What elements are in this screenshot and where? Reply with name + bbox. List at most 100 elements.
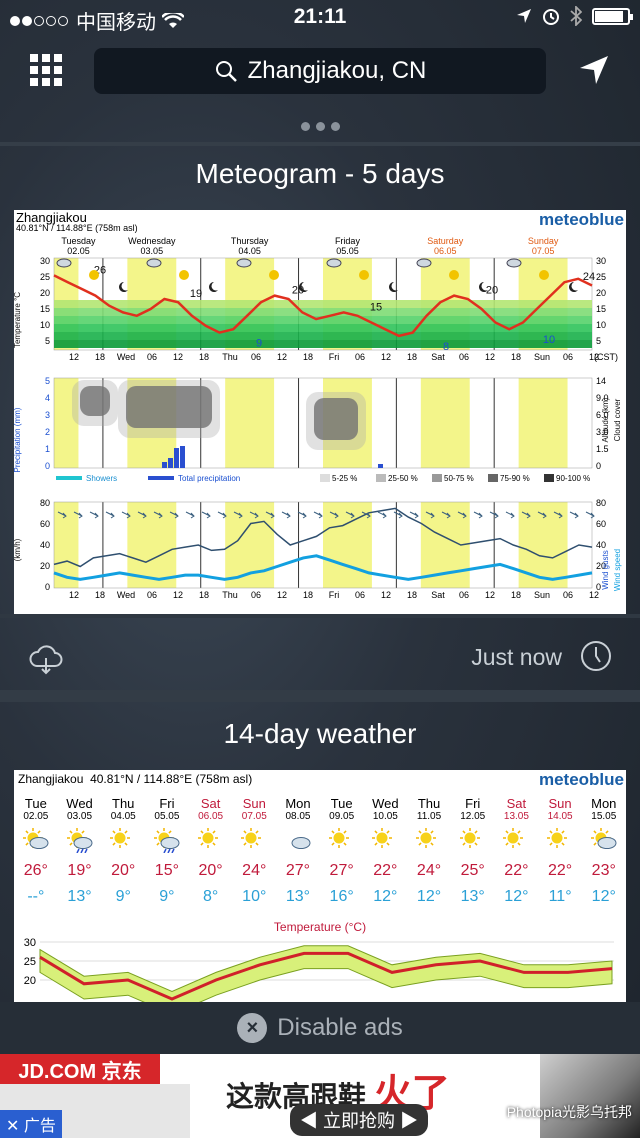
sun-icon bbox=[416, 828, 437, 848]
x-tick: 06 bbox=[563, 590, 573, 600]
temp-label: 24 bbox=[583, 271, 595, 283]
x-tick: 06 bbox=[355, 352, 365, 362]
x-tick: 12 bbox=[69, 352, 79, 362]
cloud-legend-label: 90-100 % bbox=[556, 474, 590, 483]
day-column[interactable]: Tue 09.05 27° 16° bbox=[320, 796, 364, 906]
cloud-icon bbox=[236, 258, 252, 268]
high-temp: 20° bbox=[198, 862, 223, 879]
wind-arrow bbox=[217, 511, 227, 519]
day-column[interactable]: Sat 13.05 22° 12° bbox=[495, 796, 539, 906]
day-column[interactable]: Fri 12.05 25° 13° bbox=[451, 796, 495, 906]
day-date: 12.05 bbox=[460, 811, 486, 822]
x-tick: 18 bbox=[511, 352, 521, 362]
alarm-icon bbox=[543, 9, 559, 25]
divider bbox=[0, 142, 640, 146]
temp-tick: 10 bbox=[596, 320, 606, 330]
day-date: 15.05 bbox=[591, 811, 617, 822]
high-temp: 25° bbox=[460, 862, 485, 879]
sun-icon bbox=[539, 270, 549, 280]
axis-label: Wind speed bbox=[613, 549, 622, 591]
wind-tick: 80 bbox=[40, 498, 50, 508]
day-name: Fri bbox=[465, 796, 481, 811]
x-tick: 06 bbox=[147, 352, 157, 362]
fourteen-day-card[interactable]: Zhangjiakou 40.81°N / 114.88°E (758m asl… bbox=[14, 770, 626, 1002]
clock-icon[interactable] bbox=[580, 640, 612, 672]
menu-grid-icon[interactable] bbox=[30, 54, 62, 86]
high-temp: 20° bbox=[111, 862, 136, 879]
weather-icon-slot bbox=[407, 822, 451, 858]
moon-icon bbox=[209, 282, 218, 292]
day-column[interactable]: Sat 06.05 20° 8° bbox=[189, 796, 233, 906]
temp-tick: 25 bbox=[40, 272, 50, 282]
day-date: 03.05 bbox=[67, 811, 93, 822]
day-date: 14.05 bbox=[547, 811, 573, 822]
day-name: Tue bbox=[24, 796, 47, 811]
close-icon[interactable]: ✕ bbox=[6, 1118, 24, 1135]
day-column[interactable]: Thu 04.05 20° 9° bbox=[101, 796, 145, 906]
wind-arrow bbox=[201, 511, 211, 519]
day-date: 07.05 bbox=[241, 811, 267, 822]
day-column[interactable]: Mon 15.05 23° 12° bbox=[582, 796, 626, 906]
day-column[interactable]: Thu 11.05 24° 12° bbox=[407, 796, 451, 906]
x-tick: 12 bbox=[485, 590, 495, 600]
x-tick: 06 bbox=[147, 590, 157, 600]
temp-tick: 25 bbox=[596, 272, 606, 282]
day-name: Thu bbox=[417, 796, 441, 811]
sun-icon bbox=[459, 828, 480, 848]
cloud-legend-swatch bbox=[432, 474, 442, 482]
download-cloud-icon[interactable] bbox=[28, 640, 64, 676]
sun-rain-icon bbox=[153, 828, 180, 853]
precip-tick: 3 bbox=[45, 410, 50, 420]
day-date: 02.05 bbox=[23, 811, 49, 822]
x-tick: 18 bbox=[95, 590, 105, 600]
x-tick: 18 bbox=[95, 352, 105, 362]
cloud-icon bbox=[56, 258, 72, 268]
low-temp: 9° bbox=[115, 888, 131, 905]
ad-cta-button[interactable]: ◀ 立即抢购 ▶ bbox=[290, 1104, 429, 1136]
altitude-tick: 1.5 bbox=[596, 444, 609, 454]
meteogram-card[interactable]: Zhangjiakou 40.81°N / 114.88°E (758m asl… bbox=[14, 210, 626, 614]
sun-icon bbox=[269, 270, 279, 280]
legend-total: Total precipitation bbox=[178, 474, 240, 483]
temp-band bbox=[54, 332, 592, 340]
search-bar[interactable]: Zhangjiakou, CN bbox=[94, 48, 546, 94]
search-icon bbox=[215, 61, 237, 82]
x-tick: 18 bbox=[199, 352, 209, 362]
temp-tick: 30 bbox=[40, 256, 50, 266]
wind-arrow bbox=[185, 511, 195, 519]
watermark: Photopia光影乌托邦 bbox=[506, 1104, 632, 1120]
ad-banner[interactable]: JD.COM 京东 ✕ 广告 这款高跟鞋 火了 ◀ 立即抢购 ▶ Photopi… bbox=[0, 1054, 640, 1138]
wind-arrow bbox=[377, 511, 387, 519]
day-column[interactable]: Fri 05.05 15° 9° bbox=[145, 796, 189, 906]
day-column[interactable]: Mon 08.05 27° 13° bbox=[276, 796, 320, 906]
day-column[interactable]: Wed 10.05 22° 12° bbox=[364, 796, 408, 906]
meteoblue-logo: meteoblue bbox=[538, 770, 624, 789]
temp-label: 9 bbox=[256, 338, 262, 350]
wind-arrow bbox=[313, 511, 323, 519]
high-temp: 15° bbox=[154, 862, 179, 879]
navigation-arrow-icon[interactable] bbox=[578, 54, 610, 86]
cloud-cover-halo bbox=[306, 392, 366, 450]
weather-icon-slot bbox=[58, 822, 102, 858]
high-temp: 27° bbox=[329, 862, 354, 879]
disable-ads-button[interactable]: × Disable ads bbox=[0, 1002, 640, 1054]
shoe-image bbox=[540, 1054, 640, 1138]
wind-tick: 40 bbox=[596, 540, 606, 550]
precip-bar bbox=[378, 464, 383, 468]
x-tick: 12 bbox=[173, 590, 183, 600]
x-tick: 06 bbox=[459, 590, 469, 600]
battery-icon bbox=[592, 7, 633, 25]
day-column[interactable]: Sun 14.05 22° 11° bbox=[538, 796, 582, 906]
wind-arrow bbox=[409, 511, 419, 519]
day-column[interactable]: Sun 07.05 24° 10° bbox=[232, 796, 276, 906]
high-temp: 24° bbox=[416, 862, 442, 879]
ad-label[interactable]: ✕ 广告 bbox=[0, 1110, 62, 1138]
total-swatch bbox=[148, 476, 174, 480]
cloud-icon bbox=[416, 258, 432, 268]
low-temp: 12° bbox=[504, 888, 529, 905]
day-date: 10.05 bbox=[372, 811, 398, 822]
day-column[interactable]: Tue 02.05 26° --° bbox=[14, 796, 58, 906]
x-tick: 18 bbox=[511, 590, 521, 600]
day-column[interactable]: Wed 03.05 19° 13° bbox=[58, 796, 102, 906]
weather-icon-slot bbox=[538, 822, 582, 858]
